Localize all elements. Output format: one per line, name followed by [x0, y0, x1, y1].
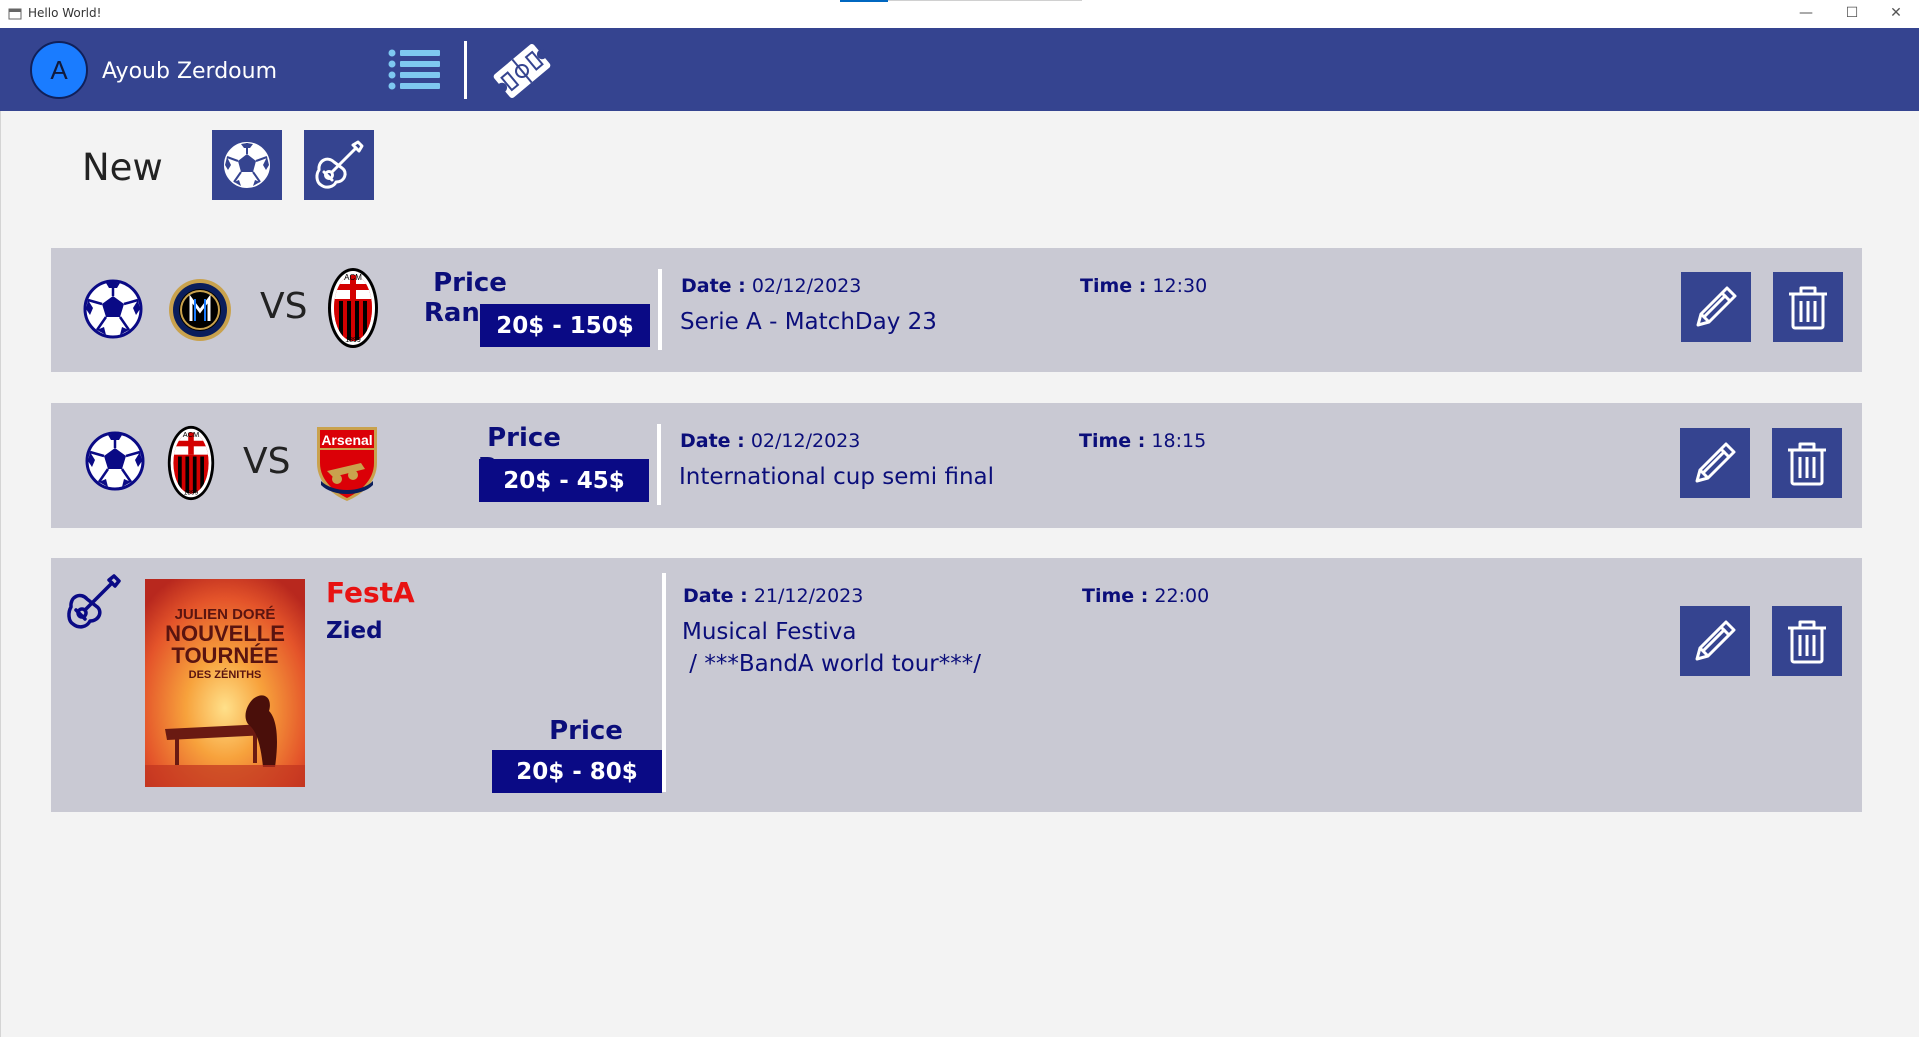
trash-icon — [1788, 620, 1826, 664]
date-field: Date : 02/12/2023 — [681, 275, 861, 297]
card-divider — [657, 424, 661, 505]
poster-line-4: DES ZÉNITHS — [189, 668, 262, 681]
time-field: Time : 22:00 — [1082, 585, 1209, 607]
event-description: Musical Festiva / ***BandA world tour***… — [682, 619, 981, 677]
card-divider — [662, 573, 666, 792]
price-range-value: 20$ - 80$ — [492, 750, 662, 793]
date-key: Date : — [683, 585, 748, 607]
date-value: 02/12/2023 — [751, 275, 862, 297]
price-range-value: 20$ - 150$ — [480, 304, 650, 347]
delete-button[interactable] — [1773, 272, 1843, 342]
soccer-ball-icon — [85, 431, 145, 491]
guitar-icon — [315, 140, 364, 189]
concert-artist: Zied — [326, 618, 383, 644]
date-key: Date : — [681, 275, 746, 297]
edit-button[interactable] — [1680, 428, 1750, 498]
list-icon[interactable] — [388, 47, 440, 93]
milan-crest-year: 1899 — [345, 337, 361, 344]
tab-track — [888, 0, 1082, 1]
milan-crest-icon: ACM 1899 — [328, 268, 378, 348]
delete-button[interactable] — [1772, 428, 1842, 498]
inter-crest-icon — [169, 279, 231, 341]
milan-crest-text: ACM — [344, 273, 362, 282]
avatar[interactable]: A — [30, 41, 88, 99]
pencil-icon — [1696, 286, 1737, 327]
new-concert-button[interactable] — [304, 130, 374, 200]
event-card[interactable]: JULIEN DORÉ NOUVELLE TOURNÉE DES ZÉNITHS… — [51, 558, 1862, 812]
edit-button[interactable] — [1681, 272, 1751, 342]
user-name: Ayoub Zerdoum — [102, 59, 278, 84]
edit-button[interactable] — [1680, 606, 1750, 676]
poster-line-3: TOURNÉE — [171, 643, 278, 668]
trash-icon — [1789, 286, 1827, 330]
milan-crest-icon: ACM 1899 — [167, 425, 215, 501]
tab-indicator — [840, 0, 888, 2]
vs-label: VS — [260, 286, 308, 327]
arsenal-crest-text: Arsenal — [321, 432, 372, 448]
vs-label: VS — [243, 441, 291, 482]
soccer-ball-icon — [224, 142, 270, 188]
event-description: International cup semi final — [679, 464, 995, 490]
milan-crest-year: 1899 — [184, 490, 199, 497]
date-key: Date : — [680, 430, 745, 452]
time-key: Time : — [1082, 585, 1149, 607]
window-left-border — [0, 111, 1, 1037]
card-divider — [658, 269, 662, 350]
pencil-icon — [1695, 442, 1736, 483]
app-icon — [8, 8, 22, 20]
time-key: Time : — [1080, 275, 1147, 297]
arsenal-crest-icon: Arsenal — [317, 427, 377, 501]
event-description: Serie A - MatchDay 23 — [680, 309, 937, 335]
time-value: 22:00 — [1154, 585, 1210, 607]
window-titlebar: Hello World! — ☐ ✕ — [0, 0, 1919, 28]
new-match-button[interactable] — [212, 130, 282, 200]
time-field: Time : 18:15 — [1079, 430, 1206, 452]
time-value: 12:30 — [1152, 275, 1208, 297]
concert-poster-image: JULIEN DORÉ NOUVELLE TOURNÉE DES ZÉNITHS — [145, 579, 305, 787]
header-divider — [464, 41, 467, 99]
concert-title: FestA — [326, 576, 415, 609]
time-value: 18:15 — [1151, 430, 1207, 452]
ticket-icon[interactable] — [490, 42, 554, 100]
guitar-icon — [67, 574, 121, 629]
window-title: Hello World! — [28, 6, 102, 20]
delete-button[interactable] — [1772, 606, 1842, 676]
app-header: A Ayoub Zerdoum — [0, 28, 1919, 111]
pencil-icon — [1695, 620, 1736, 661]
close-button[interactable]: ✕ — [1873, 0, 1919, 26]
trash-icon — [1788, 442, 1826, 486]
date-field: Date : 21/12/2023 — [683, 585, 863, 607]
event-card[interactable]: VS ACM 1899 Price Range 20$ - 150$ Date … — [51, 248, 1862, 372]
date-field: Date : 02/12/2023 — [680, 430, 860, 452]
time-key: Time : — [1079, 430, 1146, 452]
date-value: 21/12/2023 — [753, 585, 864, 607]
time-field: Time : 12:30 — [1080, 275, 1207, 297]
price-range-value: 20$ - 45$ — [479, 459, 649, 502]
minimize-button[interactable]: — — [1783, 0, 1829, 26]
date-value: 02/12/2023 — [750, 430, 861, 452]
event-card[interactable]: ACM 1899 VS Arsenal Price Range 20$ - 45… — [51, 403, 1862, 528]
maximize-button[interactable]: ☐ — [1829, 0, 1875, 26]
milan-crest-text: ACM — [183, 430, 199, 439]
soccer-ball-icon — [83, 279, 143, 339]
new-label: New — [82, 146, 163, 189]
